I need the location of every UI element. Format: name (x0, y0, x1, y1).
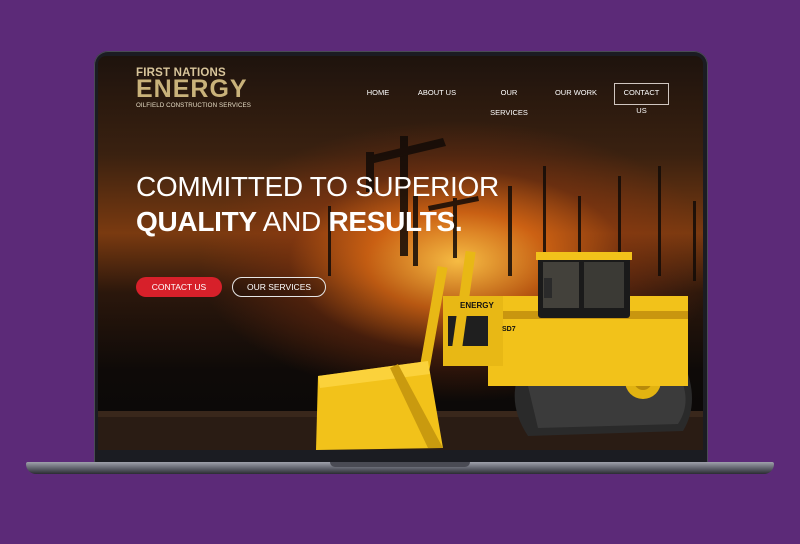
bulldozer-brand-text: ENERGY (460, 301, 494, 310)
hero-headline-line1: COMMITTED TO SUPERIOR (136, 171, 499, 202)
logo-tagline: OILFIELD CONSTRUCTION SERVICES (136, 102, 251, 109)
hero-background-image: ENERGY SD7 (98, 136, 703, 450)
bulldozer-model-text: SD7 (502, 326, 516, 333)
laptop-base-notch (330, 462, 470, 467)
our-services-button[interactable]: OUR SERVICES (232, 277, 326, 297)
hero-headline-quality: QUALITY (136, 206, 257, 237)
nav-item-about-us[interactable]: ABOUT US (415, 83, 459, 103)
hero-headline-line2: QUALITY AND RESULTS. (136, 206, 463, 238)
nav-item-our-work[interactable]: OUR WORK (554, 83, 598, 103)
hero-headline-and: AND (256, 206, 329, 237)
nav-item-home[interactable]: HOME (360, 83, 396, 103)
nav-item-contact-us[interactable]: CONTACT US (614, 83, 669, 115)
website-screen: ENERGY SD7 FIRST NATIONS ENERGY OILFIELD… (98, 56, 703, 450)
contact-us-button[interactable]: CONTACT US (136, 277, 222, 297)
nav-item-our-services[interactable]: OUR SERVICES (481, 83, 537, 117)
main-navigation: HOME ABOUT US OUR SERVICES OUR WORK CONT… (98, 83, 703, 117)
hero-headline-results: RESULTS. (328, 206, 463, 237)
